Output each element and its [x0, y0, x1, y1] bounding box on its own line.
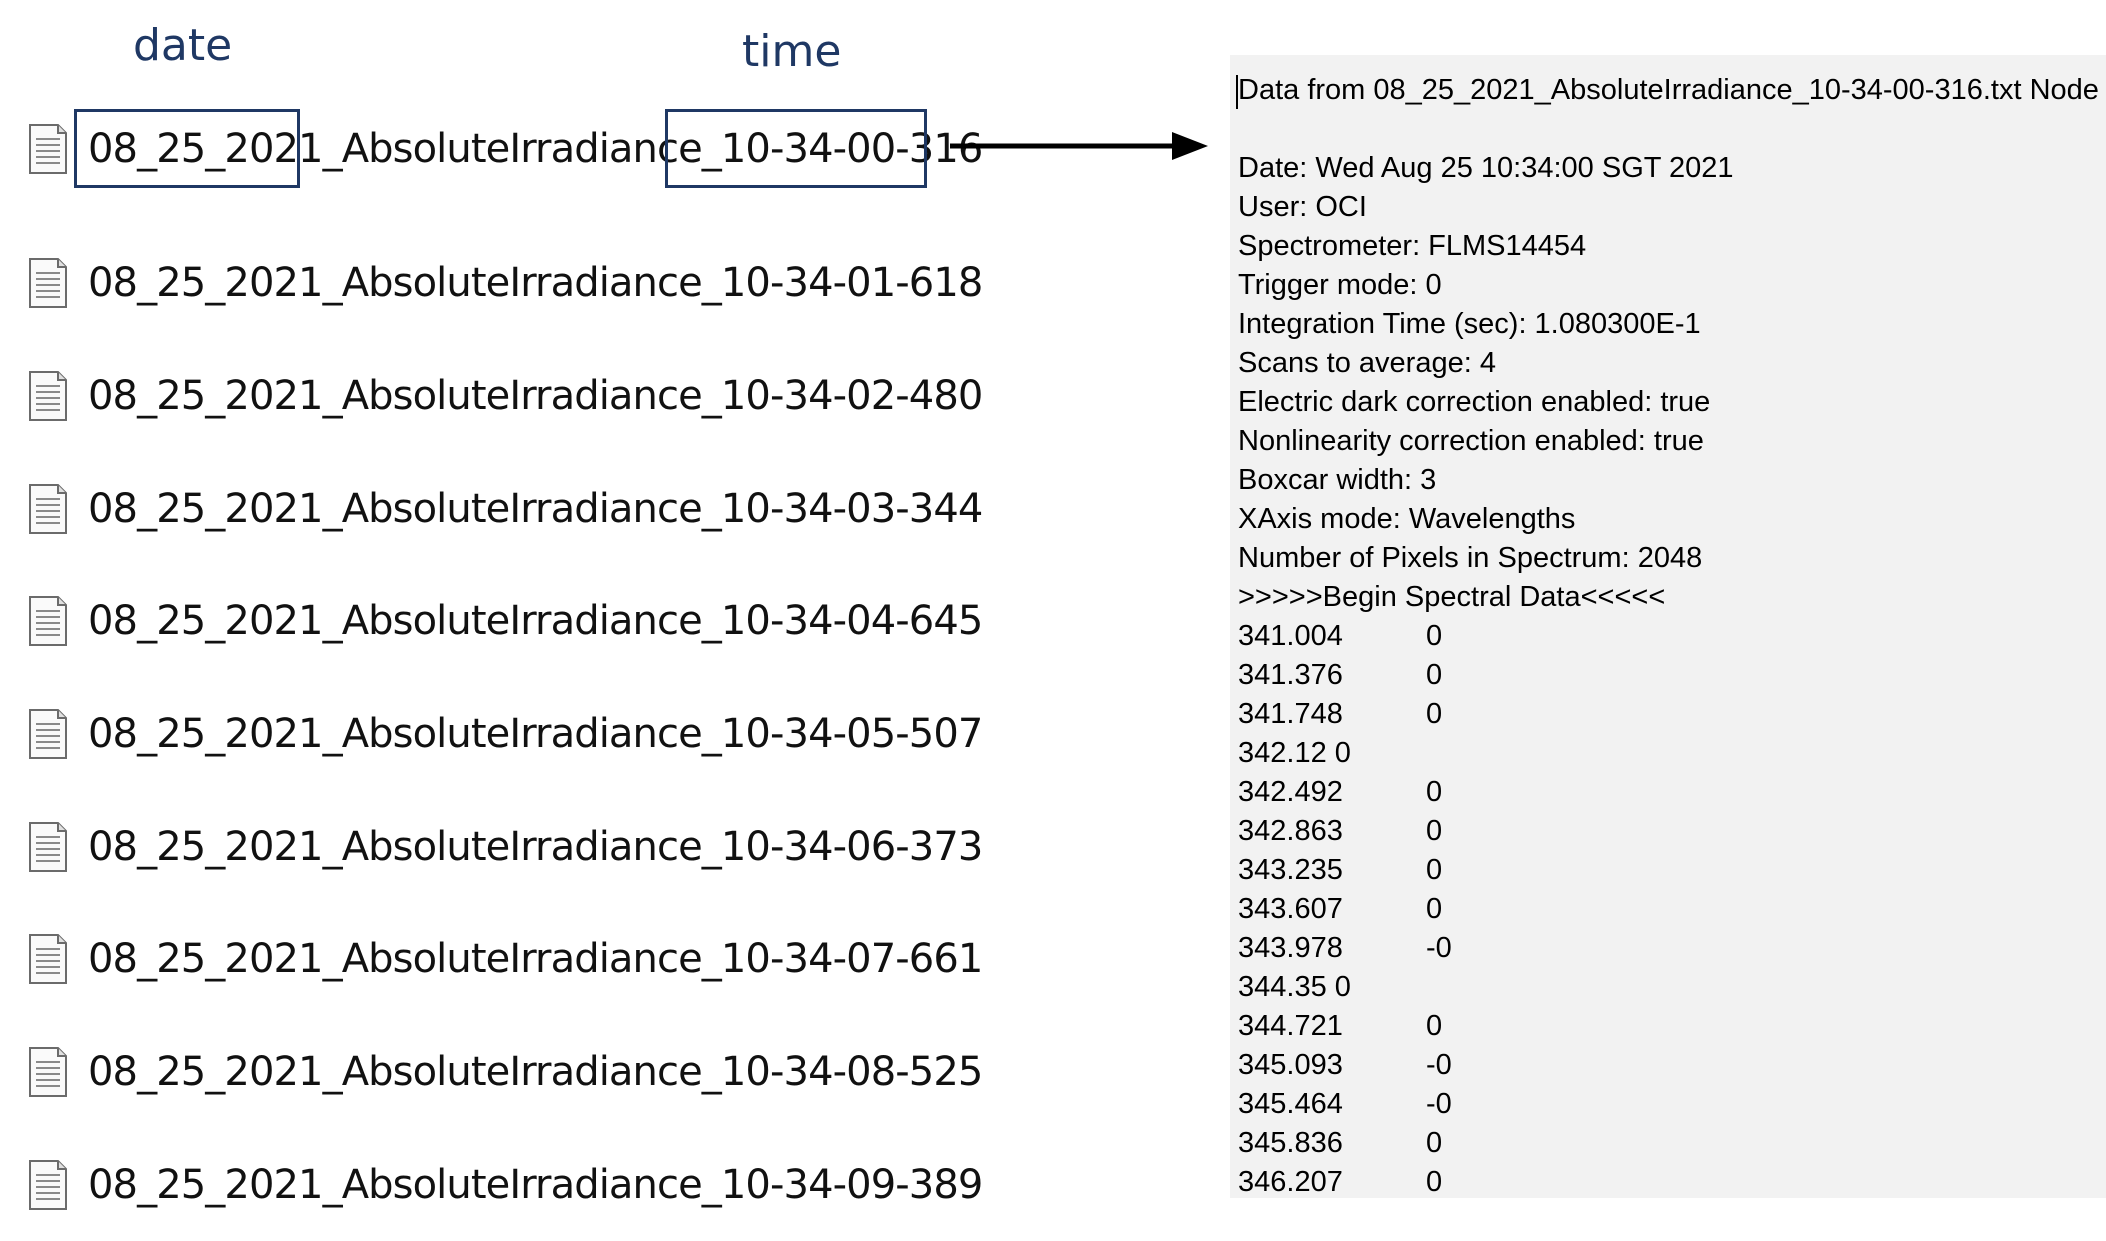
wavelength-value: 342.863: [1238, 815, 1343, 847]
text-document-icon: [28, 123, 68, 175]
time-highlight-box: [665, 109, 927, 188]
file-list-item[interactable]: 08_25_2021_AbsoluteIrradiance_10-34-03-3…: [28, 452, 982, 565]
wavelength-value: 346.207: [1238, 1166, 1343, 1198]
text-document-icon: [28, 257, 68, 309]
file-list-item[interactable]: 08_25_2021_AbsoluteIrradiance_10-34-02-4…: [28, 340, 982, 453]
spectral-data-row: 345.464-0: [1238, 1085, 1343, 1124]
spectral-data-row: 343.6070: [1238, 890, 1343, 929]
right-arrow-icon: [950, 128, 1210, 168]
text-document-icon: [28, 370, 68, 422]
wavelength-value: 342.12 0: [1238, 737, 1351, 769]
wavelength-value: 343.978: [1238, 932, 1343, 964]
spectral-data-row: 344.7210: [1238, 1007, 1343, 1046]
wavelength-value: 344.35 0: [1238, 971, 1351, 1003]
notepad-text-area[interactable]: Data from 08_25_2021_AbsoluteIrradiance_…: [1230, 55, 2106, 1198]
file-name: 08_25_2021_AbsoluteIrradiance_10-34-09-3…: [88, 1162, 982, 1208]
notepad-header-line: Boxcar width: 3: [1238, 461, 1436, 500]
irradiance-value: 0: [1426, 890, 1442, 929]
wavelength-value: 341.748: [1238, 698, 1343, 730]
wavelength-value: 343.607: [1238, 893, 1343, 925]
spectral-data-row: 342.4920: [1238, 773, 1343, 812]
notepad-header-line: Integration Time (sec): 1.080300E-1: [1238, 305, 1701, 344]
file-name: 08_25_2021_AbsoluteIrradiance_10-34-01-6…: [88, 260, 982, 306]
spectral-data-row: 346.2070: [1238, 1163, 1343, 1198]
spectral-data-row: 345.093-0: [1238, 1046, 1343, 1085]
text-document-icon: [28, 708, 68, 760]
file-list-item[interactable]: 08_25_2021_AbsoluteIrradiance_10-34-06-3…: [28, 790, 982, 903]
spectral-data-row: 345.8360: [1238, 1124, 1343, 1163]
notepad-header-line: User: OCI: [1238, 188, 1367, 227]
file-name: 08_25_2021_AbsoluteIrradiance_10-34-02-4…: [88, 373, 982, 419]
spectral-data-row: 341.7480: [1238, 695, 1343, 734]
irradiance-value: 0: [1426, 1124, 1442, 1163]
irradiance-value: 0: [1426, 617, 1442, 656]
notepad-header-line: XAxis mode: Wavelengths: [1238, 500, 1575, 539]
notepad-header-line: Data from 08_25_2021_AbsoluteIrradiance_…: [1238, 71, 2099, 110]
text-document-icon: [28, 595, 68, 647]
text-document-icon: [28, 1159, 68, 1211]
file-list-item[interactable]: 08_25_2021_AbsoluteIrradiance_10-34-08-5…: [28, 1016, 982, 1129]
text-document-icon: [28, 933, 68, 985]
spectral-data-row: 343.978-0: [1238, 929, 1343, 968]
spectral-data-row: 341.0040: [1238, 617, 1343, 656]
file-name: 08_25_2021_AbsoluteIrradiance_10-34-08-5…: [88, 1049, 982, 1095]
spectral-data-row: 342.12 0: [1238, 734, 1351, 773]
text-document-icon: [28, 483, 68, 535]
spectral-data-row: 342.8630: [1238, 812, 1343, 851]
irradiance-value: 0: [1426, 812, 1442, 851]
notepad-header-line: Scans to average: 4: [1238, 344, 1496, 383]
irradiance-value: -0: [1426, 1046, 1452, 1085]
notepad-header-line: Nonlinearity correction enabled: true: [1238, 422, 1704, 461]
file-list-item[interactable]: 08_25_2021_AbsoluteIrradiance_10-34-04-6…: [28, 565, 982, 678]
notepad-header-line: Electric dark correction enabled: true: [1238, 383, 1710, 422]
file-name: 08_25_2021_AbsoluteIrradiance_10-34-07-6…: [88, 936, 982, 982]
wavelength-value: 345.464: [1238, 1088, 1343, 1120]
text-document-icon: [28, 821, 68, 873]
irradiance-value: 0: [1426, 1163, 1442, 1198]
spectral-data-row: 344.35 0: [1238, 968, 1351, 1007]
wavelength-value: 341.004: [1238, 620, 1343, 652]
irradiance-value: -0: [1426, 1085, 1452, 1124]
file-name: 08_25_2021_AbsoluteIrradiance_10-34-05-5…: [88, 711, 982, 757]
irradiance-value: 0: [1426, 773, 1442, 812]
date-highlight-box: [74, 109, 300, 188]
wavelength-value: 345.836: [1238, 1127, 1343, 1159]
notepad-header-line: >>>>>Begin Spectral Data<<<<<: [1238, 578, 1665, 617]
wavelength-value: 344.721: [1238, 1010, 1343, 1042]
spectral-data-row: 341.3760: [1238, 656, 1343, 695]
notepad-header-line: Trigger mode: 0: [1238, 266, 1442, 305]
irradiance-value: 0: [1426, 851, 1442, 890]
wavelength-value: 345.093: [1238, 1049, 1343, 1081]
wavelength-value: 343.235: [1238, 854, 1343, 886]
file-list: 08_25_2021_AbsoluteIrradiance_10-34-00-3…: [28, 115, 982, 1241]
text-document-icon: [28, 1046, 68, 1098]
irradiance-value: 0: [1426, 695, 1442, 734]
notepad-header-line: Number of Pixels in Spectrum: 2048: [1238, 539, 1702, 578]
irradiance-value: 0: [1426, 656, 1442, 695]
wavelength-value: 341.376: [1238, 659, 1343, 691]
time-annotation-label: time: [742, 30, 841, 74]
file-list-item[interactable]: 08_25_2021_AbsoluteIrradiance_10-34-07-6…: [28, 903, 982, 1016]
file-name: 08_25_2021_AbsoluteIrradiance_10-34-04-6…: [88, 598, 982, 644]
notepad-header-line: Spectrometer: FLMS14454: [1238, 227, 1586, 266]
irradiance-value: 0: [1426, 1007, 1442, 1046]
date-annotation-label: date: [133, 24, 232, 68]
file-list-item[interactable]: 08_25_2021_AbsoluteIrradiance_10-34-09-3…: [28, 1129, 982, 1241]
file-list-item[interactable]: 08_25_2021_AbsoluteIrradiance_10-34-05-5…: [28, 678, 982, 791]
file-name: 08_25_2021_AbsoluteIrradiance_10-34-06-3…: [88, 824, 982, 870]
notepad-header-line: Date: Wed Aug 25 10:34:00 SGT 2021: [1238, 149, 1734, 188]
irradiance-value: -0: [1426, 929, 1452, 968]
spectral-data-row: 343.2350: [1238, 851, 1343, 890]
file-list-item[interactable]: 08_25_2021_AbsoluteIrradiance_10-34-01-6…: [28, 227, 982, 340]
file-name: 08_25_2021_AbsoluteIrradiance_10-34-03-3…: [88, 486, 982, 532]
wavelength-value: 342.492: [1238, 776, 1343, 808]
